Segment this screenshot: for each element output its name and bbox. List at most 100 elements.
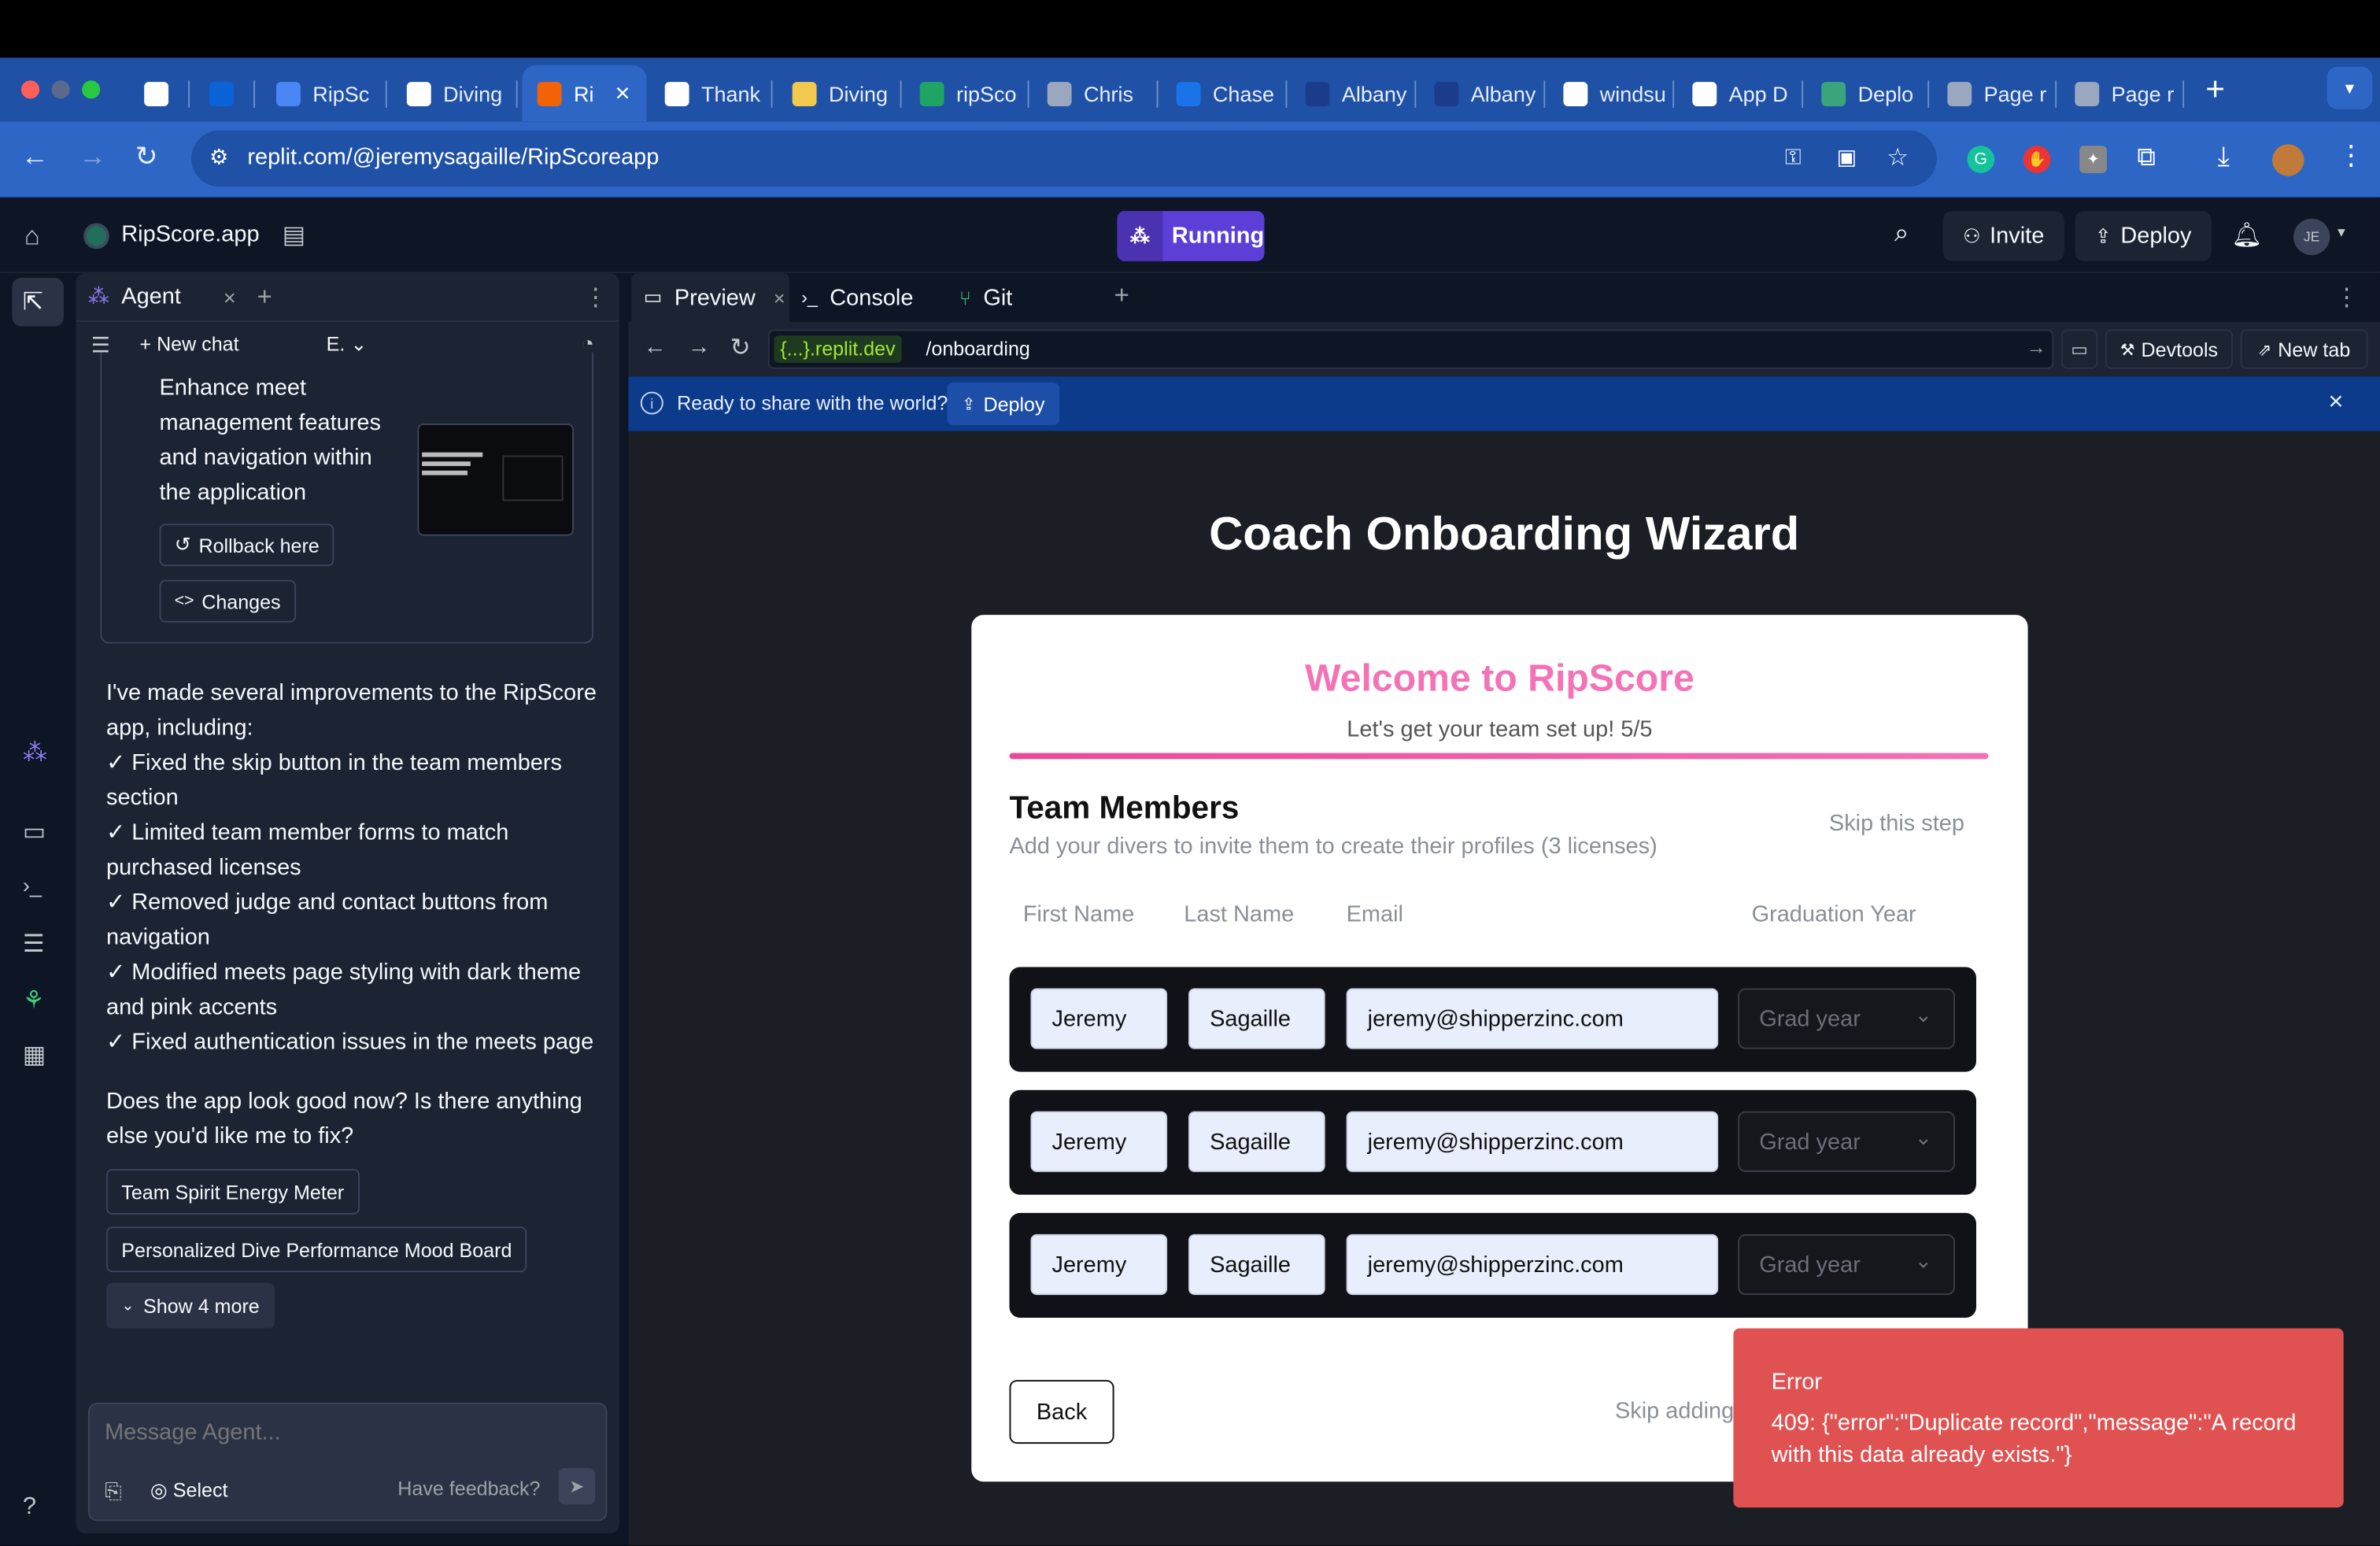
search-icon[interactable]: ⌕: [1894, 219, 1909, 250]
preview-forward-icon[interactable]: →: [688, 334, 711, 360]
last-name-field[interactable]: Sagaille: [1188, 988, 1325, 1049]
database-icon[interactable]: ☰: [23, 929, 45, 960]
last-name-field[interactable]: Sagaille: [1188, 1111, 1325, 1172]
download-icon[interactable]: ⤓: [2218, 141, 2230, 172]
skip-adding-button[interactable]: Skip adding: [1615, 1398, 1734, 1424]
browser-tab[interactable]: ripSco: [904, 65, 1029, 121]
home-icon[interactable]: ⌂: [24, 222, 40, 253]
first-name-field[interactable]: Jeremy: [1030, 1233, 1168, 1296]
rollback-button[interactable]: ↺ Rollback here: [159, 523, 335, 567]
browser-menu-icon[interactable]: ⋮: [2338, 139, 2365, 171]
deployments-icon[interactable]: ⚘: [23, 986, 45, 1016]
browser-tab[interactable]: Diving: [777, 65, 902, 121]
minimize-window-button[interactable]: [51, 80, 70, 99]
skip-step-button[interactable]: Skip this step: [1829, 811, 1964, 837]
extension-icon[interactable]: ✦: [2079, 146, 2107, 173]
email-field[interactable]: jeremy@shipperzinc.com: [1346, 988, 1719, 1049]
browser-tab[interactable]: Page r: [2060, 65, 2185, 121]
preview-back-icon[interactable]: ←: [644, 334, 667, 360]
new-tab-button[interactable]: ⇗ New tab: [2240, 329, 2368, 369]
browser-tab[interactable]: Albany: [1290, 65, 1417, 121]
device-toggle-icon[interactable]: ▭: [2060, 329, 2098, 369]
browser-tab[interactable]: Thank: [649, 65, 773, 121]
new-tab-plus-icon[interactable]: +: [2205, 70, 2225, 109]
tab-preview[interactable]: ▭ Preview ×: [631, 273, 789, 322]
close-window-button[interactable]: [20, 80, 40, 99]
close-agent-tab-icon[interactable]: ×: [224, 285, 236, 309]
agent-tab[interactable]: Agent: [121, 284, 181, 310]
forward-arrow-icon[interactable]: →: [79, 141, 106, 172]
email-field[interactable]: jeremy@shipperzinc.com: [1346, 1233, 1719, 1296]
install-app-icon[interactable]: ▣: [1837, 144, 1857, 170]
show-more-button[interactable]: ⌄ Show 4 more: [105, 1282, 275, 1329]
browser-tab[interactable]: Page r: [1932, 65, 2057, 121]
last-name-field[interactable]: Sagaille: [1188, 1233, 1325, 1296]
maximize-window-button[interactable]: [82, 80, 101, 99]
preview-icon[interactable]: ▭: [23, 817, 46, 848]
agent-icon[interactable]: ⁂: [23, 738, 47, 768]
email-field[interactable]: jeremy@shipperzinc.com: [1346, 1111, 1719, 1172]
checkpoint-thumbnail[interactable]: [417, 423, 574, 536]
help-icon[interactable]: ?: [23, 1494, 36, 1522]
console-icon[interactable]: ›_: [23, 873, 42, 897]
app-name[interactable]: RipScore.app: [121, 222, 259, 248]
site-info-icon[interactable]: ⚙: [209, 144, 228, 170]
bookmark-star-icon[interactable]: ☆: [1887, 142, 1909, 173]
banner-deploy-button[interactable]: ⇪ Deploy: [947, 382, 1060, 425]
add-workspace-tab-icon[interactable]: +: [1114, 281, 1129, 312]
tab-search-chevron-icon[interactable]: ▾: [2326, 66, 2373, 109]
first-name-field[interactable]: Jeremy: [1030, 1111, 1168, 1172]
extensions-puzzle-icon[interactable]: ⧉: [2137, 142, 2155, 173]
reload-icon[interactable]: ↻: [135, 141, 158, 172]
browser-tab[interactable]: RipSc: [261, 65, 387, 121]
browser-tab[interactable]: [194, 65, 255, 121]
extension-hand-icon[interactable]: ✋: [2023, 146, 2051, 173]
browser-tab[interactable]: Ri ×: [522, 65, 647, 122]
close-banner-icon[interactable]: ×: [2328, 387, 2343, 418]
grad-year-select[interactable]: Grad year ⌄: [1738, 988, 1955, 1049]
browser-tab[interactable]: windsu: [1548, 65, 1675, 121]
close-preview-tab-icon[interactable]: ×: [774, 287, 785, 309]
back-button[interactable]: Back: [1009, 1380, 1114, 1444]
browser-tab[interactable]: Chris: [1032, 65, 1159, 121]
changes-button[interactable]: <> Changes: [159, 579, 296, 623]
user-avatar[interactable]: JE: [2293, 218, 2330, 255]
browser-tab[interactable]: Deplo: [1806, 65, 1930, 121]
browser-tab[interactable]: App D: [1677, 65, 1804, 121]
browser-tab[interactable]: [129, 65, 190, 121]
suggestion-chip[interactable]: Team Spirit Energy Meter: [105, 1168, 360, 1215]
profile-avatar[interactable]: [2272, 144, 2304, 176]
browser-tab[interactable]: Chase: [1161, 65, 1288, 121]
files-icon[interactable]: ⇱: [23, 287, 43, 317]
grammarly-extension-icon[interactable]: G: [1967, 146, 1995, 173]
suggestion-chip[interactable]: Personalized Dive Performance Mood Board: [105, 1226, 527, 1273]
workspace-menu-icon[interactable]: ⋮: [2334, 283, 2359, 313]
attach-paperclip-icon[interactable]: ⎘: [105, 1478, 122, 1504]
agent-menu-icon[interactable]: ⋮: [583, 282, 608, 313]
notifications-bell-icon[interactable]: 🔔︎: [2231, 220, 2262, 251]
all-tools-grid-icon[interactable]: ▦: [23, 1040, 46, 1071]
deploy-header-button[interactable]: ⇪ Deploy: [2075, 211, 2212, 261]
invite-button[interactable]: ⚇ Invite: [1942, 211, 2064, 261]
browser-tab[interactable]: Albany: [1419, 65, 1546, 121]
go-arrow-icon[interactable]: →: [2027, 335, 2046, 358]
preview-url-bar[interactable]: {...}.replit.dev /onboarding →: [767, 329, 2054, 369]
add-tab-icon[interactable]: +: [257, 282, 272, 313]
project-files-icon[interactable]: ▤: [283, 220, 305, 251]
address-bar[interactable]: ⚙ replit.com/@jeremysagaille/RipScoreapp…: [190, 130, 1937, 187]
user-menu-chevron-icon[interactable]: ▾: [2338, 224, 2345, 241]
back-arrow-icon[interactable]: ←: [21, 141, 49, 172]
run-status-button[interactable]: ⁂ Running: [1117, 211, 1265, 261]
devtools-button[interactable]: ⚒ Devtools: [2105, 329, 2233, 369]
tab-git[interactable]: ⑂ Git: [950, 273, 1102, 322]
grad-year-select[interactable]: Grad year ⌄: [1738, 1233, 1955, 1296]
first-name-field[interactable]: Jeremy: [1030, 988, 1168, 1049]
tab-console[interactable]: ›_ Console: [793, 273, 944, 322]
browser-tab[interactable]: Diving: [392, 65, 518, 121]
select-element-button[interactable]: ◎ Select: [150, 1478, 228, 1503]
feedback-link[interactable]: Have feedback?: [397, 1477, 540, 1500]
message-input[interactable]: [105, 1413, 591, 1450]
grad-year-select[interactable]: Grad year ⌄: [1738, 1111, 1955, 1172]
close-tab-icon[interactable]: ×: [615, 78, 630, 109]
send-icon[interactable]: ➤: [558, 1467, 595, 1505]
